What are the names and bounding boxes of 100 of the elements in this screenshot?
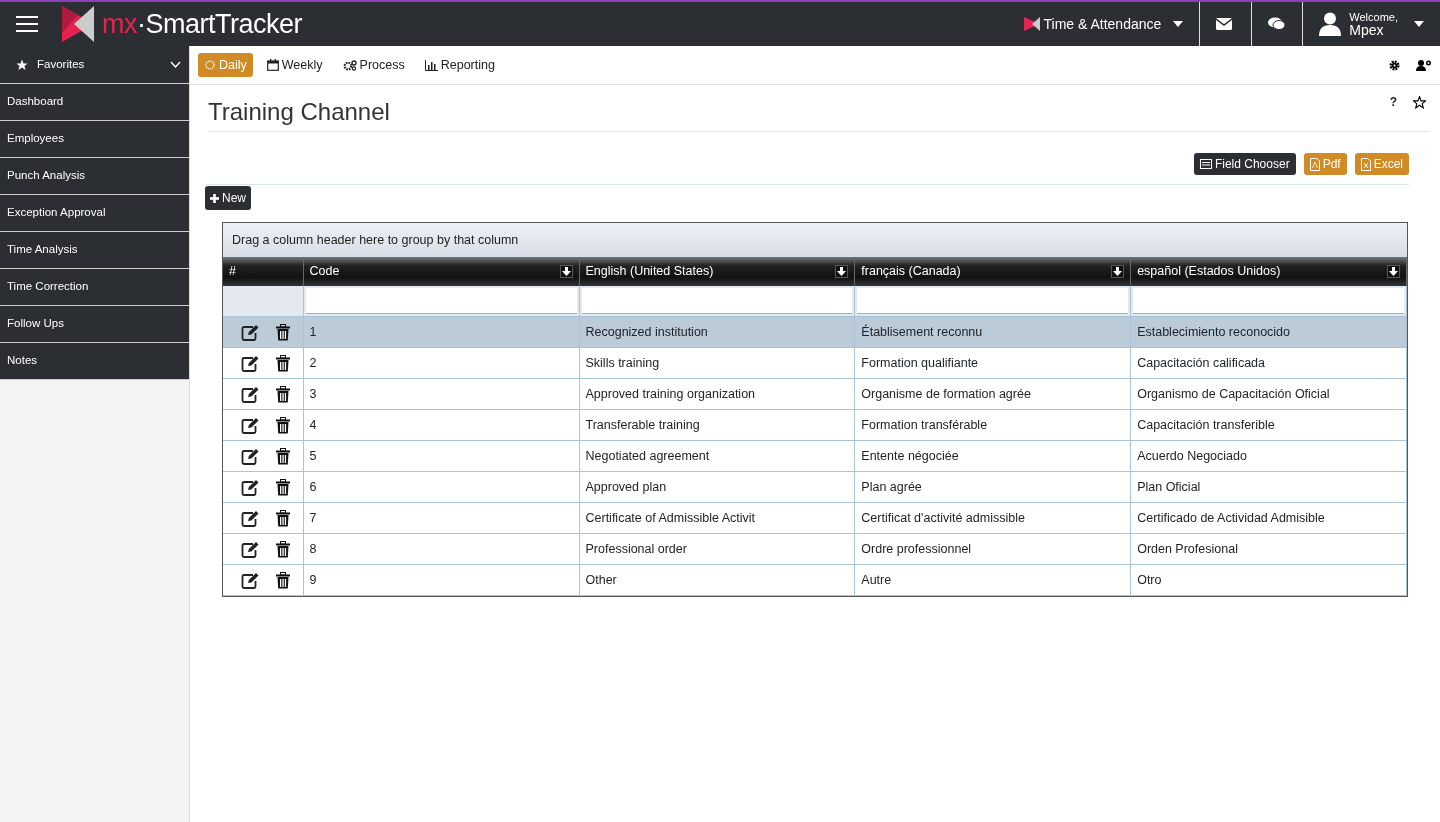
- sidebar-item[interactable]: Notes: [0, 343, 189, 380]
- table-cell: Certificado de Actividad Admisible: [1137, 510, 1325, 525]
- table-cell: Transferable training: [585, 417, 700, 432]
- edit-icon[interactable]: [241, 323, 261, 341]
- filter-field[interactable]: [581, 288, 853, 314]
- table-cell: 3: [309, 386, 317, 401]
- table-cell: 2: [309, 355, 317, 370]
- sidebar-item[interactable]: Dashboard: [0, 84, 189, 121]
- field-chooser-button[interactable]: Field Chooser: [1193, 153, 1296, 175]
- filter-field[interactable]: [305, 288, 577, 314]
- table-cell: Capacitación transferible: [1137, 417, 1275, 432]
- trash-icon[interactable]: [276, 323, 291, 341]
- table-cell: Professional order: [585, 541, 687, 556]
- sidebar-item[interactable]: Punch Analysis: [0, 158, 189, 195]
- sidebar-item[interactable]: Employees: [0, 121, 189, 158]
- star-icon[interactable]: [1413, 95, 1426, 109]
- trash-icon[interactable]: [276, 447, 291, 465]
- trash-icon[interactable]: [276, 571, 291, 589]
- edit-icon[interactable]: [241, 478, 261, 496]
- table-cell: 6: [309, 479, 317, 494]
- filter-field[interactable]: [857, 288, 1129, 314]
- logo-icon: [62, 6, 94, 42]
- table-cell: 9: [309, 572, 317, 587]
- toolbar-tab[interactable]: Reporting: [418, 52, 501, 78]
- table-cell: Organismo de Capacitación Oficial: [1137, 386, 1330, 401]
- trash-icon[interactable]: [276, 385, 291, 403]
- sidebar-item[interactable]: Follow Ups: [0, 306, 189, 343]
- table-cell: Certificate of Admissible Activit: [585, 510, 755, 525]
- trash-icon[interactable]: [276, 478, 291, 496]
- star-icon: [16, 58, 28, 71]
- edit-icon[interactable]: [241, 385, 261, 403]
- table-row[interactable]: 8 Professional order Ordre professionnel Orden Profesional: [223, 533, 1407, 565]
- toolbar-tab[interactable]: Weekly: [260, 52, 329, 78]
- chat-bubbles-icon[interactable]: [1268, 17, 1286, 31]
- trash-icon[interactable]: [276, 354, 291, 372]
- settings-icon[interactable]: [1389, 59, 1400, 71]
- table-row[interactable]: 1 Recognized institution Établisement reconnu Establecimiento reconocido: [223, 316, 1407, 348]
- column-menu-icon[interactable]: [835, 265, 849, 278]
- column-menu-icon[interactable]: [559, 265, 573, 278]
- column-header[interactable]: #: [229, 262, 236, 281]
- logo-text: mx·SmartTracker: [102, 7, 302, 41]
- edit-icon[interactable]: [241, 354, 261, 372]
- edit-icon[interactable]: [241, 509, 261, 527]
- table-cell: Skills training: [585, 355, 660, 370]
- table-cell: Recognized institution: [585, 324, 708, 339]
- caret-icon: [1173, 21, 1184, 27]
- help-icon[interactable]: ?: [1389, 93, 1397, 111]
- favorites-menu[interactable]: Favorites: [0, 46, 189, 84]
- table-cell: 7: [309, 510, 317, 525]
- spreadsheet-file-icon: [1360, 157, 1371, 171]
- list-icon: [1199, 159, 1212, 169]
- trash-icon[interactable]: [276, 540, 291, 558]
- table-cell: Establecimiento reconocido: [1137, 324, 1291, 339]
- user-settings-icon[interactable]: [1416, 59, 1432, 71]
- table-row[interactable]: 2 Skills training Formation qualifiante Capacitación calificada: [223, 347, 1407, 379]
- caret-icon: [1414, 21, 1424, 27]
- table-cell: Acuerdo Negociado: [1137, 448, 1247, 463]
- sidebar-item[interactable]: Time Analysis: [0, 232, 189, 269]
- table-row[interactable]: 4 Transferable training Formation transférable Capacitación transferible: [223, 409, 1407, 441]
- edit-icon[interactable]: [241, 540, 261, 558]
- pdf-file-icon: [1309, 157, 1320, 171]
- table-row[interactable]: 5 Negotiated agreement Entente négociée Acuerdo Negociado: [223, 440, 1407, 472]
- new-button[interactable]: New: [205, 186, 251, 210]
- filter-field[interactable]: [1133, 288, 1404, 314]
- table-cell: Établisement reconnu: [861, 324, 983, 339]
- user-menu[interactable]: Welcome, Mpex: [1302, 2, 1440, 46]
- trash-icon[interactable]: [276, 416, 291, 434]
- table-cell: Otro: [1137, 572, 1162, 587]
- menu-icon[interactable]: [16, 16, 38, 32]
- table-cell: Certificat d'activité admissible: [861, 510, 1025, 525]
- group-by-hint: Drag a column header here to group by that column: [223, 223, 1407, 257]
- table-row[interactable]: 9 Other Autre Otro: [223, 564, 1407, 596]
- table-cell: Plan agrée: [861, 479, 922, 494]
- column-menu-icon[interactable]: [1387, 265, 1400, 278]
- module-dropdown[interactable]: Time & Attendance: [1023, 13, 1200, 35]
- table-cell: 8: [309, 541, 317, 556]
- trash-icon[interactable]: [276, 509, 291, 527]
- table-row[interactable]: 3 Approved training organization Organisme de formation agrée Organismo de Capacitación Oficial: [223, 378, 1407, 410]
- table-cell: Orden Profesional: [1137, 541, 1238, 556]
- column-header[interactable]: Code: [309, 262, 340, 281]
- table-cell: Approved plan: [585, 479, 667, 494]
- edit-icon[interactable]: [241, 447, 261, 465]
- sidebar-item[interactable]: Exception Approval: [0, 195, 189, 232]
- table-cell: Approved training organization: [585, 386, 756, 401]
- module-logo-icon: [1023, 17, 1040, 31]
- user-avatar-icon: [1319, 12, 1342, 36]
- table-cell: Ordre professionnel: [861, 541, 972, 556]
- table-cell: Organisme de formation agrée: [861, 386, 1031, 401]
- envelope-icon[interactable]: [1216, 18, 1233, 30]
- table-cell: Entente négociée: [861, 448, 959, 463]
- table-cell: 5: [309, 448, 317, 463]
- table-row[interactable]: 6 Approved plan Plan agrée Plan Oficial: [223, 471, 1407, 503]
- column-menu-icon[interactable]: [1111, 265, 1125, 278]
- table-cell: 4: [309, 417, 317, 432]
- toolbar-tab[interactable]: Process: [336, 52, 411, 78]
- sidebar-item[interactable]: Time Correction: [0, 269, 189, 306]
- table-cell: Other: [585, 572, 617, 587]
- edit-icon[interactable]: [241, 416, 261, 434]
- table-row[interactable]: 7 Certificate of Admissible Activit Certificat d'activité admissible Certificado de Actividad Admisible: [223, 502, 1407, 534]
- edit-icon[interactable]: [241, 571, 261, 589]
